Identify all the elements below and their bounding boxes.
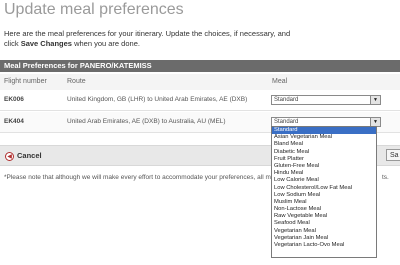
meal-select-value: Standard xyxy=(274,97,299,103)
cancel-label: Cancel xyxy=(17,151,42,160)
col-meal: Meal xyxy=(272,78,288,85)
meal-preferences-header: Meal Preferences for PANERO/KATEMISS xyxy=(0,60,400,72)
col-route: Route xyxy=(67,78,86,85)
meal-option[interactable]: Muslim Meal xyxy=(272,199,376,206)
meal-option[interactable]: Hindu Meal xyxy=(272,170,376,177)
chevron-down-icon[interactable]: ▼ xyxy=(370,96,380,104)
meal-option[interactable]: Vegetarian Jain Meal xyxy=(272,235,376,242)
meal-option[interactable]: Non-Lactose Meal xyxy=(272,206,376,213)
meal-option[interactable]: Vegetarian Meal xyxy=(272,228,376,235)
meal-option[interactable]: Asian Vegetarian Meal xyxy=(272,134,376,141)
intro-tail: when you are done. xyxy=(74,38,140,48)
flight-route: United Kingdom, GB (LHR) to United Arab … xyxy=(67,96,248,103)
flight-route: United Arab Emirates, AE (DXB) to Austra… xyxy=(67,118,226,125)
intro-bold: Save Changes xyxy=(20,38,72,48)
chevron-down-icon[interactable]: ▼ xyxy=(370,118,380,126)
disclaimer-note-tail: ts. xyxy=(382,174,389,181)
meal-option[interactable]: Bland Meal xyxy=(272,141,376,148)
back-arrow-icon: ◀ xyxy=(5,151,14,161)
table-row: EK006 United Kingdom, GB (LHR) to United… xyxy=(0,90,400,111)
meal-select[interactable]: Standard ▼ xyxy=(271,95,381,105)
meal-option[interactable]: Fruit Platter xyxy=(272,156,376,163)
table-header: Flight number Route Meal xyxy=(0,74,400,90)
save-changes-button[interactable]: Sa xyxy=(386,149,400,161)
meal-option[interactable]: Diabetic Meal xyxy=(272,149,376,156)
cancel-button[interactable]: ◀ Cancel xyxy=(5,150,42,161)
col-flight-number: Flight number xyxy=(4,78,47,85)
page-title: Update meal preferences xyxy=(4,1,184,18)
meal-option[interactable]: Seafood Meal xyxy=(272,220,376,227)
meal-option[interactable]: Vegetarian Lacto-Ovo Meal xyxy=(272,242,376,249)
meal-option[interactable]: Standard xyxy=(272,127,376,135)
flight-number: EK404 xyxy=(4,118,24,125)
meal-options-dropdown[interactable]: Standard Asian Vegetarian Meal Bland Meal D… xyxy=(271,126,377,258)
intro-text: Here are the meal preferences for your i… xyxy=(4,29,304,48)
meal-option[interactable]: Low Cholesterol/Low Fat Meal xyxy=(272,185,376,192)
flight-number: EK006 xyxy=(4,96,24,103)
meal-option[interactable]: Raw Vegetable Meal xyxy=(272,213,376,220)
meal-option[interactable]: Gluten-Free Meal xyxy=(272,163,376,170)
meal-option[interactable]: Low Sodium Meal xyxy=(272,192,376,199)
meal-option[interactable]: Low Calorie Meal xyxy=(272,177,376,184)
